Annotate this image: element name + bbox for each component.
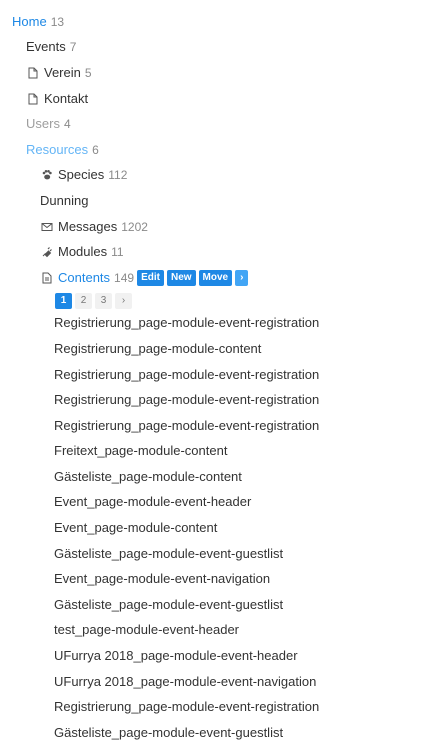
modules-label[interactable]: Modules: [58, 243, 107, 261]
content-list-item[interactable]: Gästeliste_page-module-content: [0, 464, 438, 490]
tree-node-home[interactable]: Home 13: [0, 9, 438, 35]
content-item-label[interactable]: Registrierung_page-module-event-registra…: [54, 391, 319, 409]
next-page-button[interactable]: ›: [115, 292, 132, 309]
move-button[interactable]: Move: [198, 269, 233, 286]
envelope-icon: [40, 220, 54, 234]
tree-node-messages[interactable]: Messages 1202: [0, 214, 438, 240]
contents-label[interactable]: Contents: [58, 269, 110, 287]
content-list-item[interactable]: Freitext_page-module-content: [0, 439, 438, 465]
kontakt-label[interactable]: Kontakt: [44, 90, 88, 108]
content-list-item[interactable]: UFurrya 2018_page-module-event-header: [0, 643, 438, 669]
content-item-label[interactable]: UFurrya 2018_page-module-event-navigatio…: [54, 673, 316, 691]
tree-node-verein[interactable]: Verein 5: [0, 60, 438, 86]
page-icon: [26, 66, 40, 80]
tree-node-modules[interactable]: Modules 11: [0, 239, 438, 265]
content-item-list: Registrierung_page-module-event-registra…: [0, 311, 438, 746]
content-item-label[interactable]: Event_page-module-event-header: [54, 493, 251, 511]
resources-label[interactable]: Resources: [26, 141, 88, 159]
new-button[interactable]: New: [166, 269, 196, 286]
content-item-label[interactable]: Event_page-module-event-navigation: [54, 570, 270, 588]
resources-count: 6: [92, 142, 99, 157]
content-item-label[interactable]: Gästeliste_page-module-event-guestlist: [54, 596, 283, 614]
content-list-item[interactable]: Registrierung_page-module-content: [0, 336, 438, 362]
events-count: 7: [69, 40, 77, 55]
content-list-item[interactable]: UFurrya 2018_page-module-event-navigatio…: [0, 669, 438, 695]
verein-label[interactable]: Verein: [44, 64, 81, 82]
tree-node-dunning[interactable]: Dunning: [0, 188, 438, 214]
content-item-label[interactable]: Gästeliste_page-module-event-guestlist: [54, 545, 283, 563]
content-item-label[interactable]: Freitext_page-module-content: [54, 442, 227, 460]
modules-count: 11: [111, 245, 124, 260]
tree-node-events[interactable]: Events 7: [0, 35, 438, 61]
content-list-item[interactable]: Event_page-module-event-navigation: [0, 566, 438, 592]
content-list-item[interactable]: Registrierung_page-module-event-registra…: [0, 387, 438, 413]
content-item-label[interactable]: Registrierung_page-module-event-registra…: [54, 417, 319, 435]
species-count: 112: [108, 168, 128, 183]
content-list-item[interactable]: Registrierung_page-module-event-registra…: [0, 694, 438, 720]
content-item-label[interactable]: Registrierung_page-module-content: [54, 340, 261, 358]
content-item-label[interactable]: Gästeliste_page-module-event-guestlist: [54, 724, 283, 742]
content-list-item[interactable]: Registrierung_page-module-event-registra…: [0, 413, 438, 439]
content-list-item[interactable]: Registrierung_page-module-event-registra…: [0, 311, 438, 337]
verein-count: 5: [84, 65, 92, 80]
tree-node-species[interactable]: Species 112: [0, 163, 438, 189]
content-item-label[interactable]: Registrierung_page-module-event-registra…: [54, 698, 319, 716]
content-list-item[interactable]: Event_page-module-content: [0, 515, 438, 541]
contents-count: 149: [114, 270, 135, 285]
dunning-label[interactable]: Dunning: [40, 192, 88, 210]
home-link[interactable]: Home: [12, 13, 47, 31]
content-list-item[interactable]: Gästeliste_page-module-event-guestlist: [0, 592, 438, 618]
tree-node-resources[interactable]: Resources 6: [0, 137, 438, 163]
tree-node-contents[interactable]: Contents 149 Edit New Move ›: [0, 265, 438, 291]
content-item-label[interactable]: Gästeliste_page-module-content: [54, 468, 242, 486]
messages-label[interactable]: Messages: [58, 218, 117, 236]
species-label[interactable]: Species: [58, 166, 104, 184]
users-label[interactable]: Users: [26, 115, 60, 133]
content-list-item[interactable]: Gästeliste_page-module-event-guestlist: [0, 541, 438, 567]
paw-icon: [40, 168, 54, 182]
home-count: 13: [50, 14, 65, 29]
content-tree: Home 13 Events 7 Verein 5 Kontakt Users …: [0, 0, 438, 746]
plug-icon: [40, 245, 54, 259]
page-3-button[interactable]: 3: [95, 292, 112, 309]
document-icon: [40, 271, 54, 285]
content-list-item[interactable]: test_page-module-event-header: [0, 618, 438, 644]
edit-button[interactable]: Edit: [137, 269, 164, 286]
expand-actions-button[interactable]: ›: [235, 269, 249, 286]
page-2-button[interactable]: 2: [75, 292, 92, 309]
content-item-label[interactable]: Event_page-module-content: [54, 519, 217, 537]
page-icon: [26, 92, 40, 106]
content-item-label[interactable]: UFurrya 2018_page-module-event-header: [54, 647, 298, 665]
users-count: 4: [63, 117, 71, 132]
content-list-item[interactable]: Gästeliste_page-module-event-guestlist: [0, 720, 438, 746]
content-item-label[interactable]: Registrierung_page-module-event-registra…: [54, 314, 319, 332]
events-label[interactable]: Events: [26, 38, 66, 56]
tree-node-users[interactable]: Users 4: [0, 111, 438, 137]
messages-count: 1202: [121, 219, 148, 234]
content-list-item[interactable]: Event_page-module-event-header: [0, 490, 438, 516]
page-1-button[interactable]: 1: [55, 292, 72, 309]
content-item-label[interactable]: Registrierung_page-module-event-registra…: [54, 366, 319, 384]
content-item-label[interactable]: test_page-module-event-header: [54, 621, 239, 639]
tree-node-kontakt[interactable]: Kontakt: [0, 86, 438, 112]
content-list-item[interactable]: Registrierung_page-module-event-registra…: [0, 362, 438, 388]
pagination: 1 2 3 ›: [0, 291, 438, 311]
